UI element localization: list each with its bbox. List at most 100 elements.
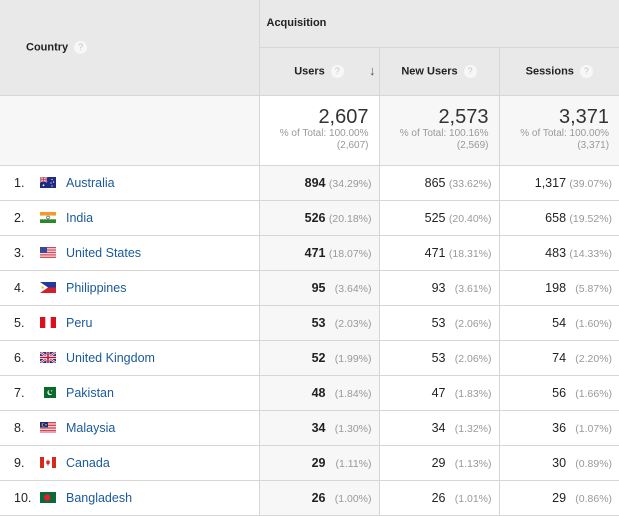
row-rank: 1.	[14, 175, 25, 190]
sessions-cell: 658 (19.52%)	[498, 199, 619, 236]
row-rank: 7.	[14, 385, 25, 400]
country-cell: 6. United Kingdom	[0, 339, 260, 376]
country-link[interactable]: Pakistan	[66, 386, 114, 400]
users-percent: (34.29%)	[328, 177, 372, 190]
sessions-cell: 30 (0.89%)	[498, 444, 619, 481]
sessions-cell: 29 (0.86%)	[498, 479, 619, 516]
new-users-cell: 865 (33.62%)	[378, 164, 500, 201]
sessions-percent: (14.33%)	[569, 247, 613, 260]
sessions-cell: 56 (1.66%)	[498, 374, 619, 411]
country-link[interactable]: India	[66, 211, 93, 225]
sessions-value: 1,317	[534, 175, 567, 190]
sessions-value: 56	[552, 385, 567, 400]
new-users-percent: (33.62%)	[448, 177, 492, 190]
new-users-cell: 525 (20.40%)	[378, 199, 500, 236]
users-value: 526	[304, 210, 326, 225]
help-icon[interactable]: ?	[74, 40, 88, 54]
country-link[interactable]: Philippines	[66, 281, 126, 295]
new-users-value: 525	[424, 210, 446, 225]
peru-flag-icon	[40, 316, 56, 328]
users-value: 894	[304, 175, 326, 190]
table-row: 9. Canada 29 (1.11%) 29 (1.13%) 30 (0.89%)	[0, 444, 619, 481]
country-header-label: Country	[26, 41, 69, 54]
users-total-value: 2,607	[318, 105, 369, 128]
acquisition-group-header: Acquisition	[258, 0, 619, 48]
country-link[interactable]: Australia	[66, 176, 115, 190]
table-row: 10. Bangladesh 26 (1.00%) 26 (1.01%) 29 (0.8…	[0, 479, 619, 516]
country-link[interactable]: Peru	[66, 316, 92, 330]
users-cell: 26 (1.00%)	[258, 479, 380, 516]
sort-descending-icon[interactable]: ↓	[369, 63, 376, 78]
users-value: 26	[311, 490, 326, 505]
new-users-percent: (1.32%)	[454, 422, 492, 435]
users-total-abs: (2,607)	[336, 139, 369, 151]
users-cell: 48 (1.84%)	[258, 374, 380, 411]
row-rank: 8.	[14, 420, 25, 435]
canada-flag-icon	[40, 456, 56, 468]
users-cell: 95 (3.64%)	[258, 269, 380, 306]
help-icon[interactable]: ?	[330, 64, 344, 78]
country-cell: 5. Peru	[0, 304, 260, 341]
table-row: 1. Australia 894 (34.29%) 865 (33.62%) 1,31…	[0, 164, 619, 201]
users-percent: (1.99%)	[334, 352, 372, 365]
row-rank: 5.	[14, 315, 25, 330]
new-users-column-header[interactable]: New Users?	[378, 46, 500, 96]
new-users-cell: 26 (1.01%)	[378, 479, 500, 516]
table-row: 7. Pakistan 48 (1.84%) 47 (1.83%) 56 (1.66%)	[0, 374, 619, 411]
users-percent: (20.18%)	[328, 212, 372, 225]
table-row: 8. Malaysia 34 (1.30%) 34 (1.32%) 36 (1.07%)	[0, 409, 619, 446]
users-total-cell: 2,607 % of Total: 100.00% (2,607)	[258, 94, 380, 166]
country-report-table: Country? Acquisition Users? ↓ New Users?…	[0, 0, 619, 516]
sessions-value: 30	[552, 455, 567, 470]
country-cell: 8. Malaysia	[0, 409, 260, 446]
country-link[interactable]: Malaysia	[66, 421, 115, 435]
new-users-cell: 93 (3.61%)	[378, 269, 500, 306]
new-users-percent: (1.01%)	[454, 492, 492, 505]
sessions-percent: (1.60%)	[575, 317, 613, 330]
new-users-total-abs: (2,569)	[456, 139, 489, 151]
help-icon[interactable]: ?	[579, 64, 593, 78]
sessions-cell: 483 (14.33%)	[498, 234, 619, 271]
new-users-value: 471	[424, 245, 446, 260]
users-value: 34	[311, 420, 326, 435]
users-percent: (3.64%)	[334, 282, 372, 295]
united-kingdom-flag-icon	[40, 351, 56, 363]
country-cell: 3. United States	[0, 234, 260, 271]
sessions-cell: 1,317 (39.07%)	[498, 164, 619, 201]
malaysia-flag-icon	[40, 421, 56, 433]
table-row: 2. India 526 (20.18%) 525 (20.40%) 658 (19.5…	[0, 199, 619, 236]
row-rank: 6.	[14, 350, 25, 365]
sessions-percent: (2.20%)	[575, 352, 613, 365]
users-cell: 471 (18.07%)	[258, 234, 380, 271]
sessions-column-header[interactable]: Sessions?	[498, 46, 619, 96]
new-users-value: 29	[431, 455, 446, 470]
new-users-value: 34	[431, 420, 446, 435]
sessions-total-value: 3,371	[558, 105, 610, 128]
totals-row: 2,607 % of Total: 100.00% (2,607) 2,573 …	[0, 94, 619, 166]
users-cell: 34 (1.30%)	[258, 409, 380, 446]
country-column-header[interactable]: Country?	[0, 0, 260, 96]
india-flag-icon	[40, 211, 56, 223]
country-link[interactable]: Canada	[66, 456, 110, 470]
sessions-value: 36	[552, 420, 567, 435]
philippines-flag-icon	[40, 281, 56, 293]
bangladesh-flag-icon	[40, 491, 56, 503]
users-cell: 29 (1.11%)	[258, 444, 380, 481]
sessions-value: 29	[552, 490, 567, 505]
users-value: 53	[311, 315, 326, 330]
pakistan-flag-icon	[40, 386, 56, 398]
totals-label-cell	[0, 94, 260, 166]
help-icon[interactable]: ?	[463, 64, 477, 78]
users-percent: (1.30%)	[334, 422, 372, 435]
country-link[interactable]: United Kingdom	[66, 351, 155, 365]
new-users-value: 26	[431, 490, 446, 505]
users-column-header[interactable]: Users? ↓	[259, 46, 380, 96]
sessions-cell: 74 (2.20%)	[498, 339, 619, 376]
new-users-cell: 29 (1.13%)	[378, 444, 500, 481]
country-link[interactable]: Bangladesh	[66, 491, 132, 505]
users-header-label: Users	[294, 64, 325, 77]
country-cell: 9. Canada	[0, 444, 260, 481]
country-link[interactable]: United States	[66, 246, 141, 260]
new-users-total-pct: % of Total: 100.16%	[399, 127, 489, 139]
table-row: 6. United Kingdom 52 (1.99%) 53 (2.06%) 74 (…	[0, 339, 619, 376]
